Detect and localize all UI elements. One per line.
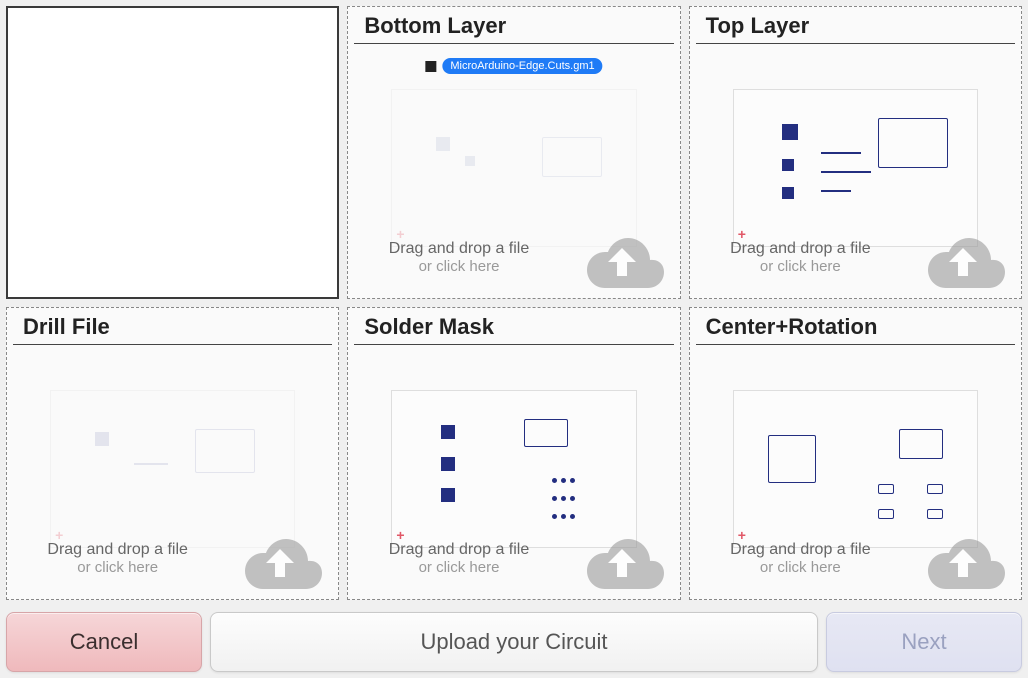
drill-file-panel[interactable]: Drill File + Drag and drop a file or cli… bbox=[6, 307, 339, 600]
upload-cloud-icon bbox=[572, 220, 672, 290]
panel-title: Center+Rotation bbox=[696, 308, 1015, 345]
solder-mask-panel[interactable]: Solder Mask + bbox=[347, 307, 680, 600]
upload-circuit-button[interactable]: Upload your Circuit bbox=[210, 612, 818, 672]
upload-cloud-icon bbox=[572, 521, 672, 591]
drop-hint: Drag and drop a file or click here bbox=[348, 540, 569, 577]
file-name: MicroArduino-Edge.Cuts.gm1 bbox=[442, 58, 602, 74]
preview-panel[interactable] bbox=[6, 6, 339, 299]
top-layer-panel[interactable]: Top Layer + Drag and drop a file bbox=[689, 6, 1022, 299]
panel-title: Solder Mask bbox=[354, 308, 673, 345]
upload-cloud-icon bbox=[913, 220, 1013, 290]
drop-hint: Drag and drop a file or click here bbox=[7, 540, 228, 577]
panel-body: MicroArduino-Edge.Cuts.gm1 + Drag and dr… bbox=[348, 44, 679, 298]
panel-grid: Bottom Layer MicroArduino-Edge.Cuts.gm1 … bbox=[0, 0, 1028, 606]
next-button[interactable]: Next bbox=[826, 612, 1022, 672]
uploaded-file-chip[interactable]: MicroArduino-Edge.Cuts.gm1 bbox=[425, 58, 602, 74]
file-icon bbox=[425, 61, 436, 72]
upload-wizard: Bottom Layer MicroArduino-Edge.Cuts.gm1 … bbox=[0, 0, 1028, 678]
center-rotation-panel[interactable]: Center+Rotation + Drag and drop a file bbox=[689, 307, 1022, 600]
upload-cloud-icon bbox=[230, 521, 330, 591]
upload-cloud-icon bbox=[913, 521, 1013, 591]
panel-body: + Drag and drop a file or click here bbox=[690, 44, 1021, 298]
footer-toolbar: Cancel Upload your Circuit Next bbox=[0, 606, 1028, 678]
panel-title: Top Layer bbox=[696, 7, 1015, 44]
panel-body: + Drag and drop a file or click here bbox=[348, 345, 679, 599]
bottom-layer-panel[interactable]: Bottom Layer MicroArduino-Edge.Cuts.gm1 … bbox=[347, 6, 680, 299]
cancel-button[interactable]: Cancel bbox=[6, 612, 202, 672]
panel-body: + Drag and drop a file or click here bbox=[690, 345, 1021, 599]
drop-hint: Drag and drop a file or click here bbox=[690, 239, 911, 276]
drop-hint: Drag and drop a file or click here bbox=[690, 540, 911, 577]
drop-hint: Drag and drop a file or click here bbox=[348, 239, 569, 276]
panel-title: Drill File bbox=[13, 308, 332, 345]
panel-title: Bottom Layer bbox=[354, 7, 673, 44]
panel-body: + Drag and drop a file or click here bbox=[7, 345, 338, 599]
